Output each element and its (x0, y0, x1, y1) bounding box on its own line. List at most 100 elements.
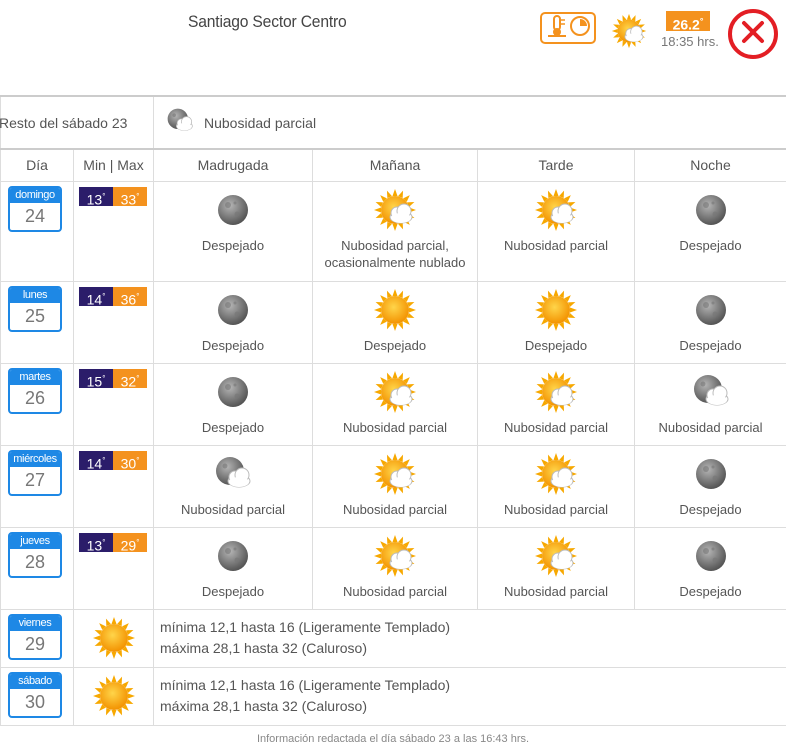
history-button[interactable] (540, 12, 596, 44)
day-row: lunes 25 14° 36° Despejado Despejado Despejado… (0, 280, 786, 364)
min-max-temps: 14° 30° (79, 450, 153, 471)
day-number: 24 (24, 205, 46, 226)
condition-text: Despejado (679, 583, 742, 599)
day-number: 26 (24, 387, 46, 408)
day-name: sábado (10, 673, 60, 689)
partly-cloudy-sun-icon (373, 188, 417, 232)
period-cell-p4: Despejado (633, 526, 786, 610)
day-name: viernes (10, 615, 60, 631)
moon-icon (689, 288, 733, 332)
period-cell-p4: Despejado (633, 280, 786, 364)
period-cell-p2: Nubosidad parcial (312, 362, 478, 446)
day-number: 28 (24, 551, 46, 572)
condition-text: Nubosidad parcial (503, 501, 609, 517)
column-headers: Día Min | Max Madrugada Mañana Tarde Noc… (0, 148, 786, 182)
max-range-text: máxima 28,1 hasta 32 (Caluroso) (160, 698, 367, 714)
day-badge: domingo 24 (8, 185, 62, 232)
min-temp: 13° (79, 186, 113, 207)
max-temp: 33° (113, 186, 147, 207)
header-manana: Mañana (312, 148, 478, 182)
condition-text: Nubosidad parcial, ocasionalmente nublad… (324, 237, 466, 270)
period-cell-p4: Despejado (633, 180, 786, 282)
condition-text: Despejado (201, 237, 265, 253)
close-button[interactable] (728, 9, 778, 59)
extended-day-row: viernes 29 mínima 12,1 hasta 16 (Ligerame… (0, 608, 786, 668)
moon-cloud-icon (211, 452, 255, 496)
day-number: 27 (24, 469, 46, 490)
condition-text: Nubosidad parcial (342, 419, 448, 435)
day-badge: sábado 30 (8, 671, 62, 718)
day-number: 25 (24, 305, 46, 326)
sun-icon (534, 288, 578, 332)
period-cell-p1: Nubosidad parcial (153, 444, 313, 528)
period-cell-p2: Nubosidad parcial (312, 526, 478, 610)
sun-icon (92, 616, 136, 660)
min-temp: 14° (79, 286, 113, 307)
sun-icon (92, 674, 136, 718)
day-badge: miércoles 27 (8, 449, 62, 496)
period-cell-p3: Nubosidad parcial (477, 362, 635, 446)
period-cell-p1: Despejado (153, 280, 313, 364)
header-minmax: Min | Max (73, 148, 154, 182)
day-number: 29 (24, 633, 46, 654)
max-temp: 29° (113, 532, 147, 553)
max-range-text: máxima 28,1 hasta 32 (Caluroso) (160, 640, 367, 656)
rest-of-day-condition: Nubosidad parcial (204, 114, 317, 131)
max-temp: 30° (113, 450, 147, 471)
close-icon (740, 19, 766, 50)
period-cell-p3: Nubosidad parcial (477, 444, 635, 528)
condition-text: Despejado (201, 419, 265, 435)
header: Santiago Sector Centro 26.2° 18:35 hrs. (0, 0, 786, 96)
period-cell-p1: Despejado (153, 180, 313, 282)
day-number: 30 (24, 691, 46, 712)
current-temperature: 26.2° (666, 11, 710, 33)
location-title: Santiago Sector Centro (188, 12, 347, 31)
partly-cloudy-sun-icon (611, 13, 647, 49)
partly-cloudy-sun-icon (534, 370, 578, 414)
moon-cloud-icon (689, 370, 733, 414)
header-noche: Noche (633, 148, 786, 182)
day-badge: jueves 28 (8, 531, 62, 578)
extended-day-row: sábado 30 mínima 12,1 hasta 16 (Ligeramen… (0, 666, 786, 726)
period-cell-p2: Nubosidad parcial (312, 444, 478, 528)
condition-text: Nubosidad parcial (658, 419, 763, 435)
min-temp: 14° (79, 450, 113, 471)
condition-text: Nubosidad parcial (342, 501, 448, 517)
condition-text: Nubosidad parcial (180, 501, 286, 517)
header-day: Día (0, 148, 74, 182)
current-time: 18:35 hrs. (661, 34, 719, 49)
footer-note: Información redactada el día sábado 23 a… (256, 733, 530, 745)
rest-of-day-row: Resto del sábado 23 Nubosidad parcial (0, 95, 786, 150)
condition-text: Despejado (679, 237, 742, 253)
min-max-temps: 14° 36° (79, 286, 153, 307)
day-badge: viernes 29 (8, 613, 62, 660)
day-row: domingo 24 13° 33° Despejado Nubosidad parcia… (0, 180, 786, 282)
condition-text: Despejado (201, 337, 265, 353)
period-cell-p1: Despejado (153, 362, 313, 446)
min-max-temps: 13° 33° (79, 186, 153, 207)
day-name: jueves (10, 533, 60, 549)
day-name: domingo (10, 187, 60, 203)
condition-text: Despejado (679, 337, 742, 353)
condition-text: Despejado (524, 337, 588, 353)
period-cell-p1: Despejado (153, 526, 313, 610)
moon-icon (211, 188, 255, 232)
period-cell-p3: Nubosidad parcial (477, 526, 635, 610)
period-cell-p2: Despejado (312, 280, 478, 364)
moon-icon (689, 188, 733, 232)
max-temp: 32° (113, 368, 147, 389)
condition-text: Nubosidad parcial (503, 237, 609, 253)
condition-text: Nubosidad parcial (342, 583, 448, 599)
moon-icon (689, 452, 733, 496)
partly-cloudy-sun-icon (373, 452, 417, 496)
period-cell-p2: Nubosidad parcial, ocasionalmente nublad… (312, 180, 478, 282)
period-cell-p3: Despejado (477, 280, 635, 364)
min-temp: 15° (79, 368, 113, 389)
day-row: miércoles 27 14° 30° Nubosidad parcial Nubosi… (0, 444, 786, 528)
moon-icon (211, 534, 255, 578)
partly-cloudy-sun-icon (534, 188, 578, 232)
condition-text: Nubosidad parcial (503, 419, 609, 435)
min-temp: 13° (79, 532, 113, 553)
day-badge: martes 26 (8, 367, 62, 414)
day-badge: lunes 25 (8, 285, 62, 332)
